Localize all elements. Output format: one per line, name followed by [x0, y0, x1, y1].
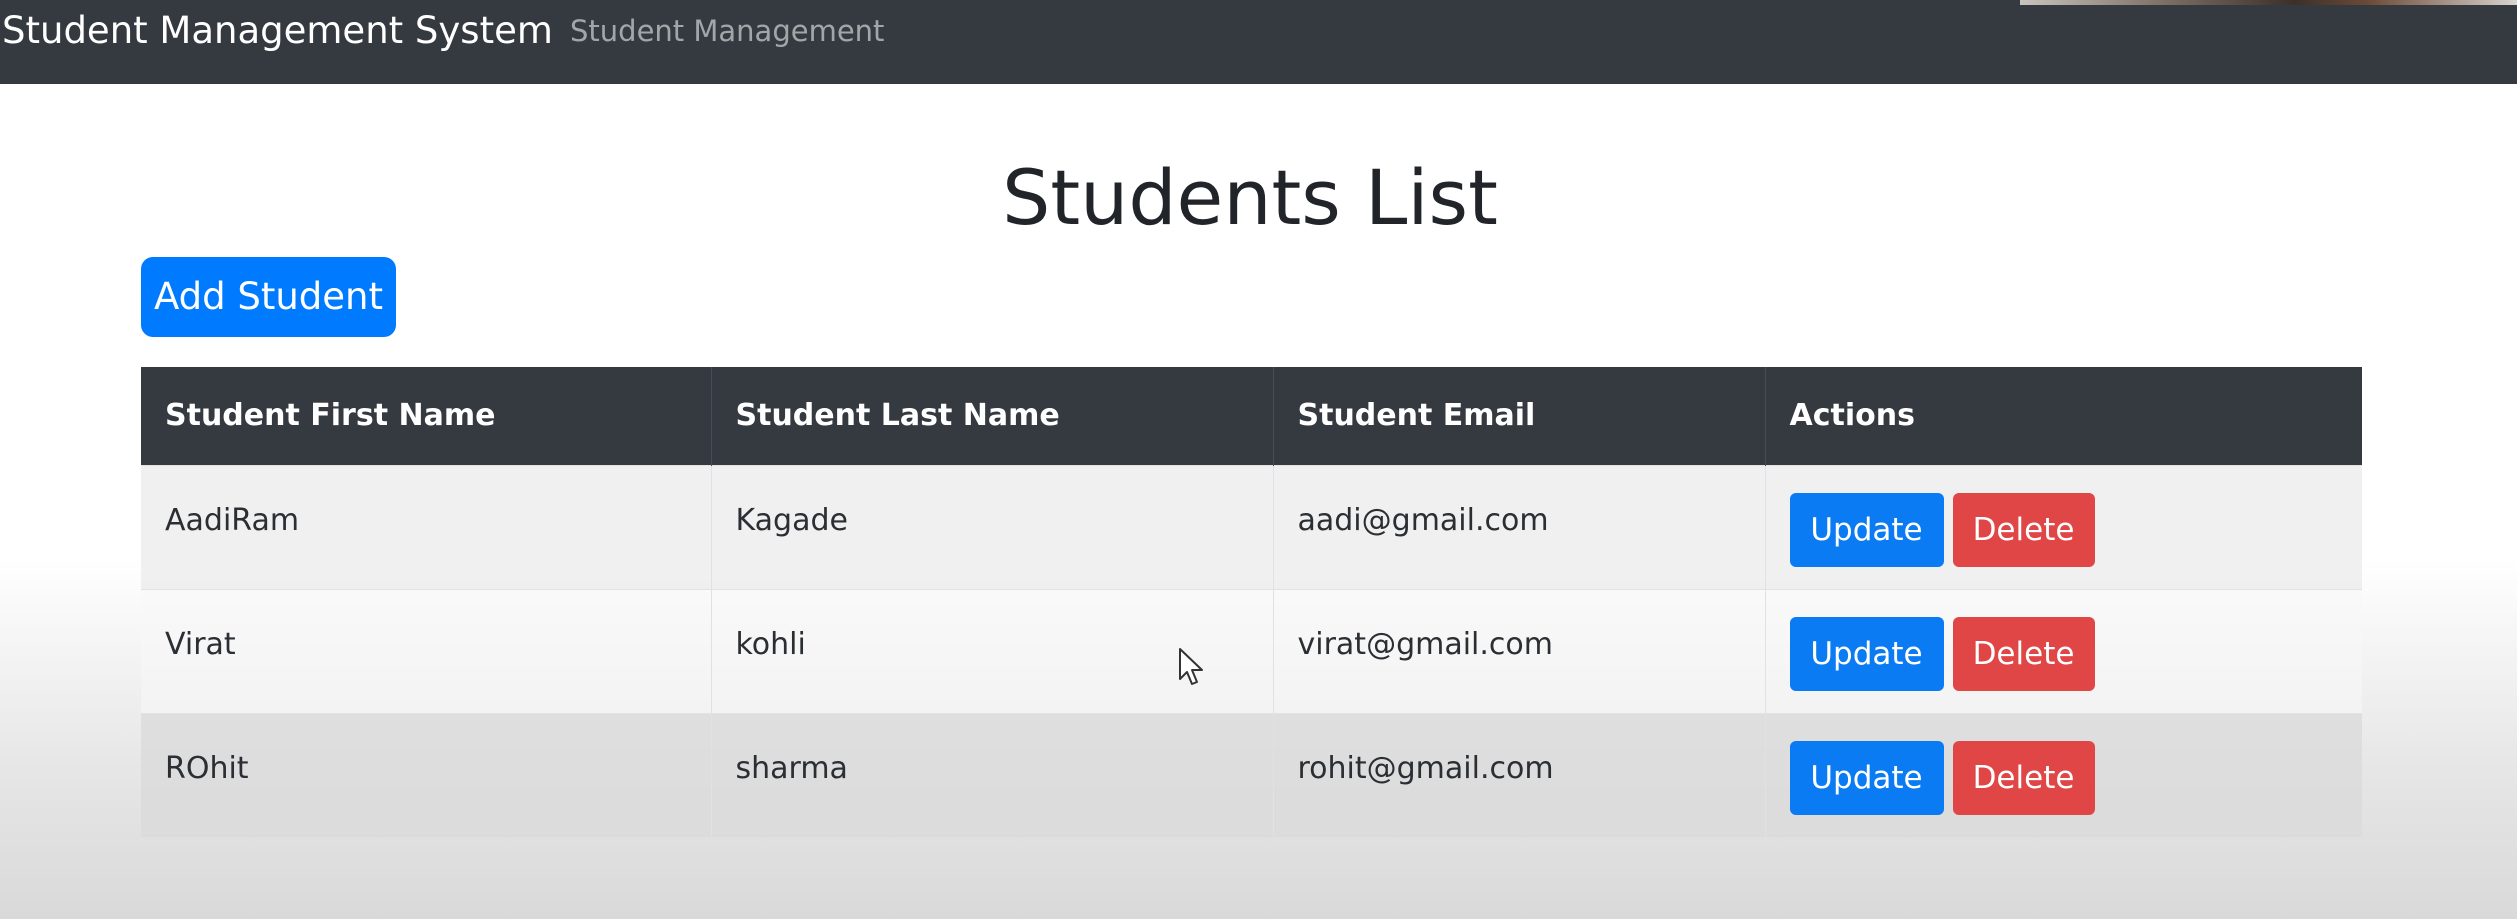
email-text: rohit@gmail.com	[1297, 750, 1554, 786]
mouse-pointer-icon	[1179, 648, 1203, 685]
nav-link-student-management[interactable]: Student Management	[570, 9, 884, 53]
cell-last-name: sharma	[711, 712, 1274, 837]
update-button[interactable]: Update	[1789, 740, 1944, 815]
update-button[interactable]: Update	[1789, 616, 1944, 691]
cell-actions: Update Delete	[1765, 712, 2362, 837]
video-overlay-strip	[2020, 0, 2517, 5]
column-header-last-name: Student Last Name	[711, 367, 1274, 465]
delete-button[interactable]: Delete	[1952, 492, 2095, 567]
navbar: Student Management System Student Manage…	[0, 0, 2517, 84]
navbar-brand[interactable]: Student Management System	[2, 6, 553, 56]
cell-email: virat@gmail.com	[1273, 588, 1766, 713]
cell-actions: Update Delete	[1765, 588, 2362, 713]
students-table: Student First Name Student Last Name Stu…	[141, 367, 2362, 837]
first-name-text: ROhit	[165, 750, 249, 786]
cell-first-name: ROhit	[141, 712, 712, 837]
column-header-actions: Actions	[1765, 367, 2362, 465]
delete-button[interactable]: Delete	[1952, 740, 2095, 815]
first-name-text: AadiRam	[165, 502, 300, 538]
cell-email: rohit@gmail.com	[1273, 712, 1766, 837]
table-row: AadiRam Kagade aadi@gmail.com Update Del…	[141, 464, 2362, 589]
cell-last-name: Kagade	[711, 464, 1274, 589]
cell-email: aadi@gmail.com	[1273, 464, 1766, 589]
table-header-row: Student First Name Student Last Name Stu…	[141, 367, 2362, 465]
email-text: aadi@gmail.com	[1297, 502, 1549, 538]
first-name-text: Virat	[165, 626, 236, 662]
table-row: ROhit sharma rohit@gmail.com Update Dele…	[141, 712, 2362, 837]
cell-first-name: Virat	[141, 588, 712, 713]
table-row: Virat kohli virat@gmail.com Update Delet…	[141, 588, 2362, 713]
add-student-button[interactable]: Add Student	[141, 257, 396, 337]
email-text: virat@gmail.com	[1297, 626, 1554, 662]
column-header-first-name: Student First Name	[141, 367, 712, 465]
delete-button[interactable]: Delete	[1952, 616, 2095, 691]
last-name-text: Kagade	[735, 502, 848, 538]
last-name-text: sharma	[735, 750, 848, 786]
page-title: Students List	[1002, 153, 1498, 242]
cell-actions: Update Delete	[1765, 464, 2362, 589]
cell-first-name: AadiRam	[141, 464, 712, 589]
update-button[interactable]: Update	[1789, 492, 1944, 567]
column-header-email: Student Email	[1273, 367, 1766, 465]
